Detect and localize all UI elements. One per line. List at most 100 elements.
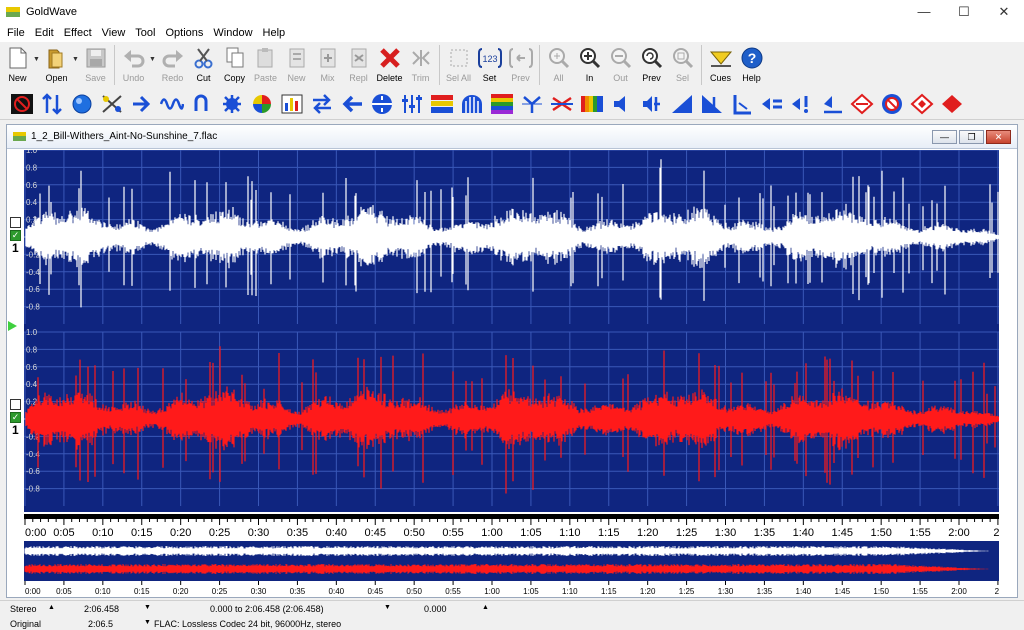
status-mode: Original: [10, 619, 42, 629]
zoom-all-button[interactable]: All: [543, 42, 574, 88]
color-grid-icon[interactable]: [488, 91, 515, 117]
paste-button[interactable]: Paste: [250, 42, 281, 88]
menu-tool[interactable]: Tool: [130, 27, 160, 39]
new-button[interactable]: New: [2, 42, 33, 88]
equalizer-cross-icon[interactable]: [98, 91, 125, 117]
cut-label: Cut: [196, 73, 211, 83]
block-icon[interactable]: [8, 91, 35, 117]
left-arrow-icon[interactable]: [338, 91, 365, 117]
volume-up-icon[interactable]: [668, 91, 695, 117]
cross-arrows-icon[interactable]: [548, 91, 575, 117]
sliders-icon[interactable]: [398, 91, 425, 117]
mix-button[interactable]: Mix: [312, 42, 343, 88]
select-all-button[interactable]: Sel All: [443, 42, 474, 88]
overview-bar[interactable]: 0:00 0:05 0:10 0:15 0:20 0:25 0:30 0:35 0:40 0:45…: [24, 541, 999, 597]
status-bar: Stereo ▲ 2:06.458 ▼ 0.000 to 2:06.458 (2…: [0, 600, 1024, 630]
new-dropdown-icon[interactable]: ▼: [33, 42, 41, 88]
redo-button[interactable]: Redo: [157, 42, 188, 88]
menu-options[interactable]: Options: [160, 27, 208, 39]
sound-minimize-button[interactable]: —: [932, 130, 957, 144]
diamond-corner-icon[interactable]: [938, 91, 965, 117]
set-selection-button[interactable]: 123 Set: [474, 42, 505, 88]
waveform-display[interactable]: 1.00.80.60.40.20.0-0.2-0.4-0.6-0.81.00.8…: [24, 150, 999, 512]
dome-bars-icon[interactable]: [458, 91, 485, 117]
copy-button[interactable]: Copy: [219, 42, 250, 88]
menu-file[interactable]: File: [2, 27, 30, 39]
toolbar-separator: [114, 45, 115, 85]
zoom-in-button[interactable]: In: [574, 42, 605, 88]
diamond-red-icon[interactable]: [908, 91, 935, 117]
channels-dropdown-icon[interactable]: ▲: [48, 604, 55, 611]
channel-left-enabled-checkbox[interactable]: ✓: [10, 230, 21, 241]
wave-icon[interactable]: [158, 91, 185, 117]
zoom-all-label: All: [553, 73, 564, 83]
replace-button[interactable]: Repl: [343, 42, 374, 88]
color-circle-icon[interactable]: [248, 91, 275, 117]
speaker-low-icon[interactable]: [818, 91, 845, 117]
volume-down-icon[interactable]: [698, 91, 725, 117]
open-label: Open: [45, 73, 68, 83]
overview-tick-label: 2:: [995, 587, 999, 596]
sphere-icon[interactable]: [68, 91, 95, 117]
save-button[interactable]: Save: [80, 42, 111, 88]
overview-tick-label: 1:50: [873, 587, 889, 596]
channel-right-enabled-checkbox[interactable]: ✓: [10, 412, 21, 423]
swap-arrows-icon[interactable]: [308, 91, 335, 117]
speaker-equal-icon[interactable]: [758, 91, 785, 117]
redo-icon: [161, 45, 185, 71]
sound-close-button[interactable]: ✕: [986, 130, 1011, 144]
bars-chart-icon[interactable]: [278, 91, 305, 117]
flag-marker-icon[interactable]: [728, 91, 755, 117]
undo-button[interactable]: Undo: [118, 42, 149, 88]
previous-selection-button[interactable]: Prev: [505, 42, 536, 88]
maximize-button[interactable]: ☐: [944, 0, 984, 24]
zoom-out-button[interactable]: Out: [605, 42, 636, 88]
cues-button[interactable]: Cues: [705, 42, 736, 88]
channel-right-toggle[interactable]: [10, 399, 21, 410]
time-tick-label: 2:: [993, 527, 999, 538]
spread-arrows-icon[interactable]: [518, 91, 545, 117]
length-dropdown-icon[interactable]: ▼: [144, 604, 151, 611]
zoom-selection-button[interactable]: Sel: [667, 42, 698, 88]
rainbow-icon[interactable]: [578, 91, 605, 117]
close-button[interactable]: ✕: [984, 0, 1024, 24]
cut-button[interactable]: Cut: [188, 42, 219, 88]
undo-dropdown-icon[interactable]: ▼: [149, 42, 157, 88]
gear-icon[interactable]: [218, 91, 245, 117]
minimize-button[interactable]: —: [904, 0, 944, 24]
speaker-warn-icon[interactable]: [788, 91, 815, 117]
trim-button[interactable]: Trim: [405, 42, 436, 88]
position-dropdown-icon[interactable]: ▲: [482, 604, 489, 611]
overview-tick-label: 0:50: [406, 587, 422, 596]
time-ruler[interactable]: 0:00 0:05 0:10 0:15 0:20 0:25 0:30 0:35 0:40 0:45…: [24, 514, 999, 538]
speaker-split-icon[interactable]: [638, 91, 665, 117]
cue-start-marker-icon[interactable]: [8, 321, 25, 331]
loop-back-icon[interactable]: [188, 91, 215, 117]
menu-view[interactable]: View: [97, 27, 131, 39]
menu-effect[interactable]: Effect: [59, 27, 97, 39]
menu-edit[interactable]: Edit: [30, 27, 59, 39]
help-button[interactable]: ? Help: [736, 42, 767, 88]
open-button[interactable]: Open: [41, 42, 72, 88]
channel-left-toggle[interactable]: [10, 217, 21, 228]
noise-block-icon[interactable]: [878, 91, 905, 117]
time-tick-label: 1:30: [715, 527, 736, 538]
paste-new-button[interactable]: New: [281, 42, 312, 88]
zoom-previous-button[interactable]: Prev: [636, 42, 667, 88]
split-circle-icon[interactable]: [368, 91, 395, 117]
forward-arrow-icon[interactable]: [128, 91, 155, 117]
sound-restore-button[interactable]: ❐: [959, 130, 984, 144]
sound-window-title: 1_2_Bill-Withers_Aint-No-Sunshine_7.flac: [31, 131, 218, 142]
spectrum-bars-icon[interactable]: [428, 91, 455, 117]
selection-dropdown-icon[interactable]: ▼: [384, 604, 391, 611]
resize-icon[interactable]: [38, 91, 65, 117]
menu-help[interactable]: Help: [258, 27, 291, 39]
speaker-icon[interactable]: [608, 91, 635, 117]
menu-window[interactable]: Window: [208, 27, 257, 39]
original-dropdown-icon[interactable]: ▼: [144, 619, 151, 626]
menu-bar: File Edit Effect View Tool Options Windo…: [0, 24, 1024, 42]
open-dropdown-icon[interactable]: ▼: [72, 42, 80, 88]
diamond-arrow-icon[interactable]: [848, 91, 875, 117]
delete-button[interactable]: Delete: [374, 42, 405, 88]
main-toolbar: New ▼ Open ▼ Save Undo ▼ Redo Cut Copy P…: [0, 42, 1024, 88]
